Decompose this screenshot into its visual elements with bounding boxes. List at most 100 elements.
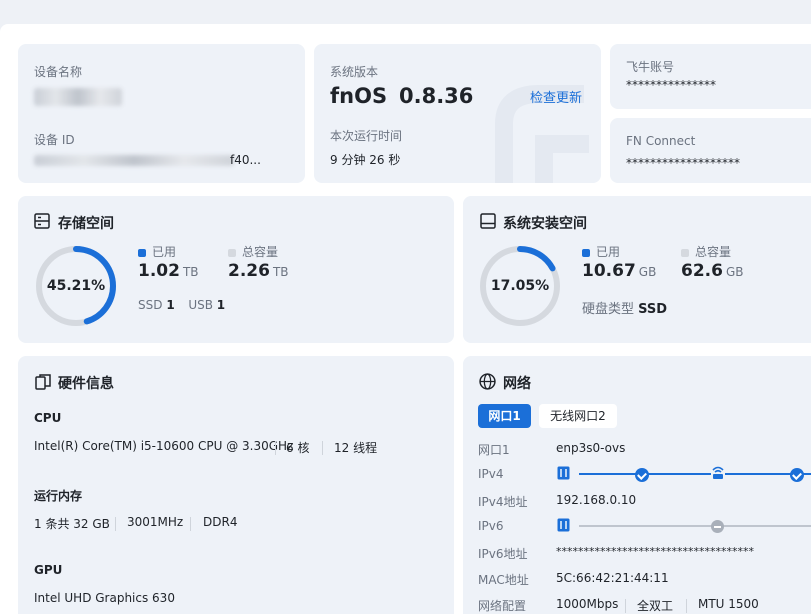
account-value: ***************	[626, 78, 716, 92]
fn-connect-card: FN Connect *******************	[610, 118, 811, 183]
tab-wireless-port-2[interactable]: 无线网口2	[539, 404, 617, 428]
device-name-redacted	[34, 88, 122, 106]
ipv4-label: IPv4	[478, 467, 504, 481]
system-card: 系统版本 fnOS 0.8.36 检查更新 本次运行时间 9 分钟 26 秒	[314, 44, 601, 183]
ipv4-internet-check-icon	[790, 468, 804, 482]
check-update-link[interactable]: 检查更新	[530, 87, 582, 106]
router-icon	[711, 464, 725, 480]
disk-type-value: SSD	[638, 302, 668, 317]
memory-frequency: 3001MHz	[127, 515, 184, 529]
ssd-label: SSD	[138, 298, 163, 312]
port-value: enp3s0-ovs	[556, 441, 626, 455]
storage-total-unit: TB	[272, 265, 289, 279]
os-name: fnOS	[330, 84, 388, 108]
globe-icon	[479, 373, 496, 390]
storage-used-unit: TB	[182, 265, 199, 279]
device-id-tail: f40...	[230, 153, 261, 167]
usb-label: USB	[188, 298, 213, 312]
network-card: 网络 网口1 无线网口2 网口1 enp3s0-ovs IPv4 IPv4地址 …	[463, 356, 811, 614]
fn-connect-value: *******************	[626, 156, 740, 170]
storage-total-label: 总容量	[242, 245, 279, 259]
network-duplex: 全双工	[637, 599, 674, 613]
gpu-model: Intel UHD Graphics 630	[34, 591, 175, 605]
uptime-label: 本次运行时间	[330, 129, 403, 143]
account-card: 飞牛账号 ***************	[610, 44, 811, 109]
divider	[190, 517, 191, 531]
storage-total-legend: 总容量	[228, 243, 278, 260]
device-name-label: 设备名称	[34, 65, 83, 79]
cpu-label: CPU	[34, 411, 62, 425]
network-speed: 1000Mbps	[556, 597, 619, 611]
system-space-card: 系统安装空间 17.05% 已用 10.67 GB 总容量 62.6 GB 硬盘类型…	[463, 196, 811, 343]
divider	[625, 599, 626, 613]
device-card: 设备名称 设备 ID f40...	[18, 44, 305, 183]
divider	[686, 599, 687, 613]
usb-count: 1	[216, 298, 226, 312]
port-label: 网口1	[478, 443, 510, 457]
storage-disk-counts: SSD 1 USB 1	[138, 298, 225, 312]
system-space-total-legend: 总容量	[681, 243, 731, 260]
tab-port-1[interactable]: 网口1	[478, 404, 531, 428]
ipv6-address-label: IPv6地址	[478, 547, 528, 561]
storage-percent: 45.21%	[46, 278, 106, 294]
storage-used-number: 1.02	[138, 261, 180, 281]
cpu-model: Intel(R) Core(TM) i5-10600 CPU @ 3.30GHz	[34, 439, 294, 453]
system-space-used-value: 10.67 GB	[582, 261, 656, 281]
disk-icon	[480, 213, 496, 229]
mac-address-value: 5C:66:42:21:44:11	[556, 571, 669, 585]
system-space-used-unit: GB	[638, 265, 657, 279]
memory-sticks: 1 条共 32 GB	[34, 517, 110, 531]
storage-used-label: 已用	[152, 245, 177, 259]
hardware-icon	[35, 374, 51, 390]
ipv4-address-value: 192.168.0.10	[556, 493, 637, 507]
system-space-percent: 17.05%	[490, 278, 550, 294]
divider	[115, 517, 116, 531]
ipv4-address-label: IPv4地址	[478, 495, 528, 509]
divider	[322, 441, 323, 455]
device-id-label: 设备 ID	[34, 133, 75, 147]
system-space-total-label: 总容量	[695, 245, 732, 259]
system-space-used-label: 已用	[596, 245, 621, 259]
cpu-cores: 6 核	[286, 441, 310, 455]
used-legend-swatch	[582, 248, 590, 257]
os-version: 0.8.36	[399, 84, 474, 108]
storage-total-number: 2.26	[228, 261, 270, 281]
device-node-icon	[557, 518, 570, 532]
cpu-threads: 12 线程	[334, 441, 378, 455]
system-space-title: 系统安装空间	[503, 216, 587, 232]
storage-used-value: 1.02 TB	[138, 261, 199, 281]
storage-card: 存储空间 45.21% 已用 1.02 TB 总容量 2.26 TB SSD 1 U…	[18, 196, 454, 343]
ssd-count: 1	[166, 298, 175, 312]
ipv6-link-line	[579, 525, 811, 527]
network-title: 网络	[503, 376, 531, 392]
network-mtu: MTU 1500	[698, 597, 759, 611]
system-space-total-number: 62.6	[681, 261, 723, 281]
ipv4-lan-check-icon	[635, 468, 649, 482]
system-version-label: 系统版本	[330, 65, 379, 79]
network-config-label: 网络配置	[478, 599, 527, 613]
disk-type: 硬盘类型 SSD	[582, 298, 667, 317]
device-node-icon	[557, 466, 570, 480]
ipv6-label: IPv6	[478, 519, 504, 533]
ipv6-address-value: ************************************	[556, 545, 754, 558]
gpu-label: GPU	[34, 563, 63, 577]
memory-label: 运行内存	[34, 489, 83, 503]
total-legend-swatch	[228, 248, 236, 257]
divider	[275, 441, 276, 455]
system-space-total-unit: GB	[725, 265, 744, 279]
mac-address-label: MAC地址	[478, 573, 529, 587]
memory-type: DDR4	[203, 515, 238, 529]
hardware-title: 硬件信息	[58, 376, 114, 392]
storage-total-value: 2.26 TB	[228, 261, 289, 281]
system-space-total-value: 62.6 GB	[681, 261, 743, 281]
fn-connect-label: FN Connect	[626, 134, 696, 148]
device-id-redacted	[34, 155, 234, 166]
ipv4-link-line	[579, 473, 811, 475]
ipv6-status-minus-icon	[711, 520, 724, 533]
storage-title: 存储空间	[58, 216, 114, 232]
account-label: 飞牛账号	[626, 60, 675, 74]
used-legend-swatch	[138, 248, 146, 257]
system-space-used-legend: 已用	[582, 243, 620, 260]
disk-type-label: 硬盘类型	[582, 302, 635, 317]
system-space-used-number: 10.67	[582, 261, 636, 281]
